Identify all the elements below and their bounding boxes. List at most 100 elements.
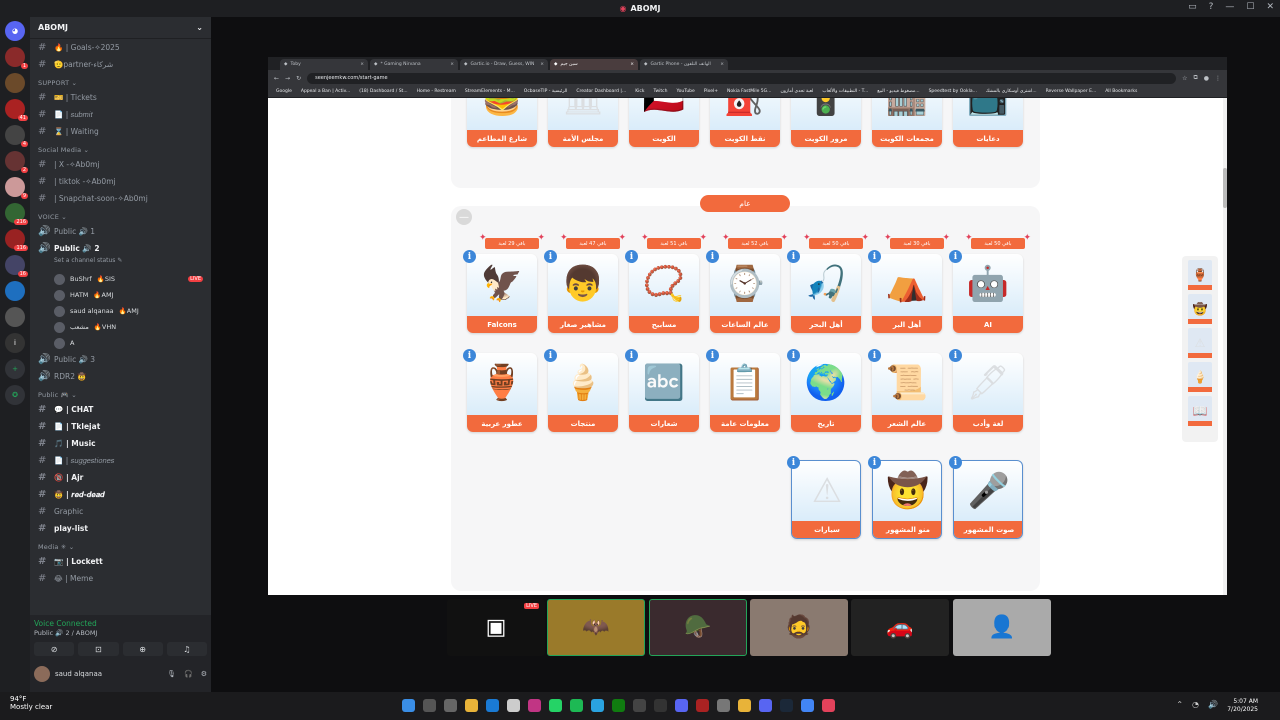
bookmark-item[interactable]: Creator Dashboard |... — [576, 89, 626, 94]
category-card[interactable]: 🏬 مجمعات الكويت — [872, 98, 942, 147]
category-card[interactable]: 🤠 منو المشهور — [872, 460, 942, 539]
bookmark-item[interactable]: Google — [276, 89, 292, 94]
channel-category[interactable]: VOICE ⌄ — [30, 207, 211, 223]
server-icon[interactable]: 1 — [5, 47, 28, 69]
category-card[interactable]: ⛺ أهل البر — [872, 254, 942, 333]
info-icon[interactable]: i — [625, 349, 638, 362]
voice-user[interactable]: saud alqanaa 🔥AMJ — [30, 303, 211, 319]
app-icon[interactable] — [696, 699, 709, 712]
user-tile[interactable]: 🪖 — [649, 599, 747, 656]
discord-icon[interactable] — [759, 699, 772, 712]
info-icon[interactable]: i — [706, 349, 719, 362]
help-icon[interactable]: ? — [1209, 2, 1214, 12]
app-icon[interactable] — [507, 699, 520, 712]
bookmark-item[interactable]: YouTube — [677, 89, 695, 94]
bookmark-item[interactable]: (18) Dashboard / St... — [359, 89, 407, 94]
maximize-button[interactable]: ☐ — [1246, 2, 1254, 12]
soundboard-button[interactable]: ♫ — [166, 642, 207, 656]
text-channel[interactable]: # ⌛ | Waiting — [30, 123, 211, 140]
text-channel[interactable]: # | Snapchat-soon-✧Ab0mj — [30, 190, 211, 207]
voice-channel[interactable]: 🔊 Public 🔊 1 — [30, 223, 211, 240]
selected-category-thumb[interactable]: 🍦 — [1188, 362, 1212, 392]
bookmark-item[interactable]: Appeal a Ban | Activ... — [301, 89, 350, 94]
selected-category-thumb[interactable]: 🏺 — [1188, 260, 1212, 290]
mic-icon[interactable]: 🎙 — [167, 670, 176, 678]
category-card[interactable]: 🏺 عطور عربية — [467, 353, 537, 432]
user-tile[interactable]: 🦇 — [547, 599, 645, 656]
channel-category[interactable]: Media ✳ ⌄ — [30, 537, 211, 553]
app-icon[interactable] — [822, 699, 835, 712]
category-card[interactable]: 🎣 أهل البحر — [791, 254, 861, 333]
instagram-icon[interactable] — [528, 699, 541, 712]
bookmark-item[interactable]: StreamElements - M... — [465, 89, 515, 94]
star-icon[interactable]: ☆ — [1182, 75, 1187, 82]
chrome-icon[interactable] — [801, 699, 814, 712]
network-icon[interactable]: ◔ — [1192, 700, 1199, 709]
text-channel[interactable]: # 🔥 | Goals-✧2025 — [30, 39, 211, 56]
server-icon[interactable]: 4 — [5, 125, 28, 147]
selected-category-thumb[interactable]: 🤠 — [1188, 294, 1212, 324]
info-icon[interactable]: i — [868, 250, 881, 263]
category-card[interactable]: 📺 دعايات — [953, 98, 1023, 147]
app-icon[interactable] — [717, 699, 730, 712]
clock[interactable]: 5:07 AM 7/20/2025 — [1227, 698, 1258, 714]
steam-icon[interactable] — [780, 699, 793, 712]
bookmark-item[interactable]: Home - Restream — [417, 89, 456, 94]
text-channel[interactable]: # 📷 | Lockett — [30, 553, 211, 570]
edge-icon[interactable] — [486, 699, 499, 712]
info-icon[interactable]: i — [544, 349, 557, 362]
bookmark-item[interactable]: مضغوط فيديو - البيع... — [877, 89, 919, 94]
server-icon[interactable]: 216 — [5, 203, 28, 225]
info-icon[interactable]: i — [625, 250, 638, 263]
text-channel[interactable]: # 📄 | 𝑠𝑢𝑔𝑔𝑒𝑠𝑡𝑖𝑜𝑛𝑒𝑠 — [30, 452, 211, 469]
browser-tab[interactable]: ◆ Toby × — [280, 59, 368, 70]
category-card[interactable]: 🏛 مجلس الأمة — [548, 98, 618, 147]
menu-icon[interactable]: ⋮ — [1215, 75, 1221, 82]
voice-channel[interactable]: 🔊 Public 🔊 3 — [30, 351, 211, 368]
forward-icon[interactable]: → — [285, 75, 290, 82]
telegram-icon[interactable] — [591, 699, 604, 712]
bookmark-item[interactable]: Speedtest by Ookla... — [929, 89, 977, 94]
minimize-button[interactable]: — — [1225, 2, 1234, 12]
search-icon[interactable] — [423, 699, 436, 712]
extensions-icon[interactable]: ⧉ — [1193, 74, 1197, 82]
category-card[interactable]: 🍦 منتجات — [548, 353, 618, 432]
app-icon[interactable] — [738, 699, 751, 712]
server-icon[interactable]: 16 — [5, 255, 28, 277]
tray-chevron-icon[interactable]: ⌃ — [1176, 700, 1183, 709]
category-card[interactable]: ⛽ نقط الكويت — [710, 98, 780, 147]
discord-home-icon[interactable]: ◕ — [5, 21, 25, 41]
text-channel[interactable]: # 🤠 | 𝒓𝒆𝒅-𝒅𝒆𝒂𝒅 — [30, 486, 211, 503]
category-card[interactable]: 🚦 مرور الكويت — [791, 98, 861, 147]
browser-tab[interactable]: ◆ سين جيم × — [550, 59, 638, 70]
stream-tile[interactable]: ▣ LIVE — [447, 599, 545, 656]
text-channel[interactable]: # 😂 | Meme — [30, 570, 211, 587]
server-icon[interactable] — [5, 307, 25, 327]
info-icon[interactable]: i — [463, 349, 476, 362]
avatar[interactable] — [34, 666, 50, 682]
user-tile[interactable]: 🧔 — [750, 599, 848, 656]
info-icon[interactable]: i — [868, 456, 881, 469]
info-icon[interactable]: i — [544, 250, 557, 263]
category-card[interactable]: ⚠ سيارات — [791, 460, 861, 539]
camera-off-button[interactable]: ⊘ — [34, 642, 75, 656]
close-tab-icon[interactable]: × — [720, 62, 724, 67]
bookmark-item[interactable]: Nokia FastMile 5G... — [727, 89, 771, 94]
reload-icon[interactable]: ↻ — [296, 75, 301, 82]
info-icon[interactable]: i — [787, 250, 800, 263]
category-card[interactable]: 🦅 Falcons — [467, 254, 537, 333]
voice-channel-label[interactable]: Public 🔊 2 / ABOMJ — [30, 628, 211, 638]
voice-user[interactable]: مشعب 🔥VHN — [30, 319, 211, 335]
bookmark-item[interactable]: Twitch — [653, 89, 667, 94]
xbox-icon[interactable] — [612, 699, 625, 712]
text-channel[interactable]: # Graphic — [30, 503, 211, 520]
bookmark-item[interactable]: لعبة تحدي أمازون — [780, 89, 813, 94]
selected-category-thumb[interactable]: ⚠ — [1188, 328, 1212, 358]
bookmark-item[interactable]: اشتري أوسكاري بالمشك... — [986, 89, 1037, 94]
activity-button[interactable]: ⊕ — [122, 642, 163, 656]
file-explorer-icon[interactable] — [465, 699, 478, 712]
text-channel[interactable]: # 🎫 | Tickets — [30, 89, 211, 106]
screen-share-button[interactable]: ⊡ — [78, 642, 119, 656]
inbox-icon[interactable]: ▭ — [1188, 2, 1197, 12]
selected-category-thumb[interactable]: 📖 — [1188, 396, 1212, 426]
